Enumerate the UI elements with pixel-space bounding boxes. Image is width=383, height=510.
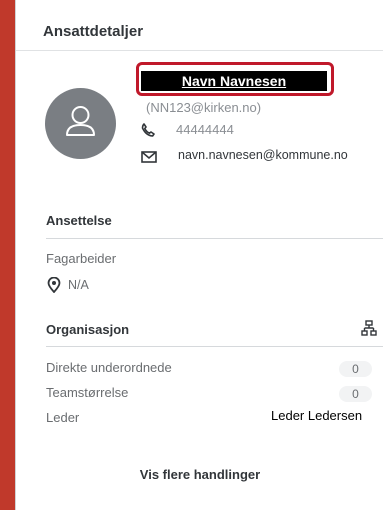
organization-section-title: Organisasjon: [46, 322, 130, 337]
employee-name[interactable]: Navn Navnesen: [141, 71, 327, 91]
direct-reports-count[interactable]: 0: [339, 361, 372, 377]
team-size-count[interactable]: 0: [339, 386, 372, 402]
more-actions-button[interactable]: Vis flere handlinger: [16, 467, 383, 482]
direct-reports-label: Direkte underordnede: [46, 360, 172, 375]
user-id: (NN123@kirken.no): [146, 100, 262, 115]
employee-details-panel: Ansattdetaljer Navn Navnesen (NN123@kirk…: [15, 0, 383, 510]
leader-name[interactable]: Leder Ledersen: [271, 408, 362, 423]
team-size-label: Teamstørrelse: [46, 385, 129, 400]
person-icon: [66, 106, 95, 136]
employment-section-title: Ansettelse: [46, 213, 112, 228]
avatar: [45, 88, 116, 159]
email-address[interactable]: navn.navnesen@kommune.no: [178, 148, 348, 162]
email-icon: [141, 151, 157, 163]
leader-label: Leder: [46, 410, 80, 425]
phone-number[interactable]: 44444444: [176, 122, 234, 137]
page-title: Ansattdetaljer: [43, 23, 144, 40]
divider: [46, 346, 383, 347]
org-chart-icon[interactable]: [361, 320, 377, 336]
phone-icon: [141, 123, 155, 137]
background-strip: [0, 0, 15, 510]
location-value: N/A: [68, 278, 89, 292]
location-pin-icon: [47, 277, 61, 293]
divider: [46, 238, 383, 239]
job-title: Fagarbeider: [46, 251, 117, 266]
panel-header: Ansattdetaljer: [16, 0, 383, 51]
